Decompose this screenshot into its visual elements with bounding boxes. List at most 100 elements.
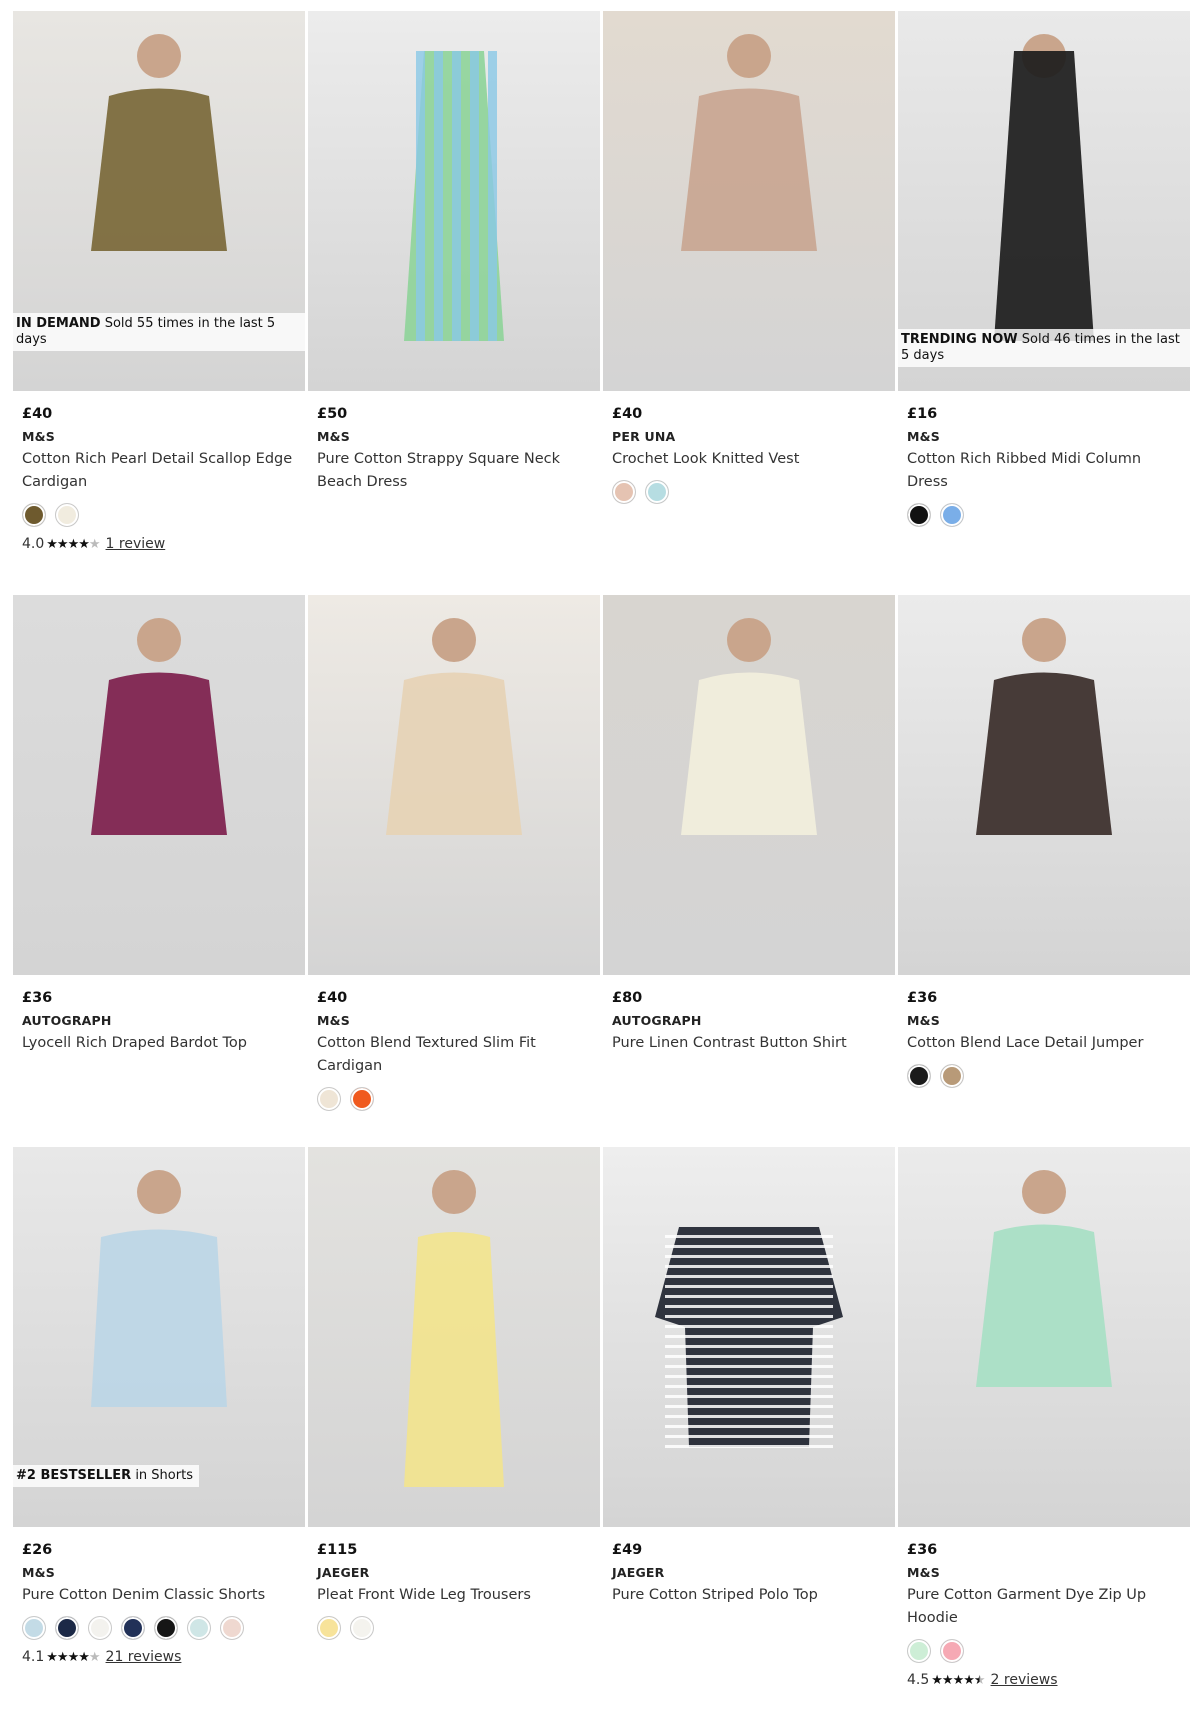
rating-value: 4.1 xyxy=(22,1649,45,1665)
reviews-link[interactable]: 1 review xyxy=(106,536,166,552)
product-brand: M&S xyxy=(907,1013,940,1028)
product-price: £40 xyxy=(317,990,348,1006)
product-row: IN DEMAND Sold 55 times in the last 5 da… xyxy=(13,11,1191,595)
product-name[interactable]: Pleat Front Wide Leg Trousers xyxy=(317,1584,591,1607)
color-swatch[interactable] xyxy=(940,1064,964,1088)
product-info: £36 M&S Pure Cotton Garment Dye Zip Up Hoo… xyxy=(898,1527,1190,1688)
color-swatch[interactable] xyxy=(187,1616,211,1640)
product-card[interactable]: £36 AUTOGRAPH Lyocell Rich Draped Bardot T… xyxy=(13,595,305,1147)
product-image[interactable]: TRENDING NOW Sold 46 times in the last 5… xyxy=(898,11,1190,391)
product-image[interactable] xyxy=(898,1147,1190,1527)
color-swatch[interactable] xyxy=(350,1087,374,1111)
color-swatch[interactable] xyxy=(317,1616,341,1640)
product-card[interactable]: £115 JAEGER Pleat Front Wide Leg Trousers xyxy=(308,1147,600,1707)
color-swatches xyxy=(612,480,886,504)
color-swatch[interactable] xyxy=(317,1087,341,1111)
product-row: #2 BESTSELLER in Shorts £26 M&S Pure Cotton… xyxy=(13,1147,1191,1707)
product-price: £36 xyxy=(907,990,938,1006)
color-swatch[interactable] xyxy=(88,1616,112,1640)
product-card[interactable]: £50 M&S Pure Cotton Strappy Square Neck Be… xyxy=(308,11,600,595)
product-price: £36 xyxy=(22,990,53,1006)
product-rating: 4.0 ★★★★★ 1 review xyxy=(22,536,296,552)
product-card[interactable]: £36 M&S Cotton Blend Lace Detail Jumper xyxy=(898,595,1190,1147)
product-image[interactable] xyxy=(308,595,600,975)
color-swatch[interactable] xyxy=(940,503,964,527)
product-name[interactable]: Cotton Rich Pearl Detail Scallop Edge Ca… xyxy=(22,448,296,494)
badge-title: TRENDING NOW xyxy=(901,332,1018,347)
product-name[interactable]: Cotton Blend Textured Slim Fit Cardigan xyxy=(317,1032,591,1078)
product-brand: M&S xyxy=(317,429,350,444)
product-name[interactable]: Pure Cotton Striped Polo Top xyxy=(612,1584,886,1607)
product-brand: M&S xyxy=(907,1565,940,1580)
product-name[interactable]: Cotton Blend Lace Detail Jumper xyxy=(907,1032,1181,1055)
color-swatch[interactable] xyxy=(220,1616,244,1640)
color-swatch[interactable] xyxy=(55,1616,79,1640)
product-rating: 4.1 ★★★★★ 21 reviews xyxy=(22,1649,296,1665)
product-name[interactable]: Lyocell Rich Draped Bardot Top xyxy=(22,1032,296,1055)
product-card[interactable]: TRENDING NOW Sold 46 times in the last 5… xyxy=(898,11,1190,595)
product-name[interactable]: Pure Cotton Garment Dye Zip Up Hoodie xyxy=(907,1584,1181,1630)
color-swatch[interactable] xyxy=(612,480,636,504)
rating-value: 4.5 xyxy=(907,1672,930,1688)
product-grid: IN DEMAND Sold 55 times in the last 5 da… xyxy=(13,11,1191,1707)
product-card[interactable]: #2 BESTSELLER in Shorts £26 M&S Pure Cotton… xyxy=(13,1147,305,1707)
color-swatches xyxy=(22,1616,296,1640)
color-swatch[interactable] xyxy=(154,1616,178,1640)
product-image[interactable] xyxy=(898,595,1190,975)
status-badge: TRENDING NOW Sold 46 times in the last 5… xyxy=(898,329,1190,367)
product-card[interactable]: £36 M&S Pure Cotton Garment Dye Zip Up Hoo… xyxy=(898,1147,1190,1707)
product-info: £40 PER UNA Crochet Look Knitted Vest xyxy=(603,391,895,504)
product-card[interactable]: £80 AUTOGRAPH Pure Linen Contrast Button S… xyxy=(603,595,895,1147)
product-card[interactable]: IN DEMAND Sold 55 times in the last 5 da… xyxy=(13,11,305,595)
product-name[interactable]: Cotton Rich Ribbed Midi Column Dress xyxy=(907,448,1181,494)
product-rating: 4.5 ★★★★★ 2 reviews xyxy=(907,1672,1181,1688)
product-name[interactable]: Pure Linen Contrast Button Shirt xyxy=(612,1032,886,1055)
color-swatch[interactable] xyxy=(907,1064,931,1088)
product-price: £16 xyxy=(907,406,938,422)
jumper-icon xyxy=(976,618,1112,835)
color-swatch[interactable] xyxy=(22,1616,46,1640)
product-image[interactable] xyxy=(603,1147,895,1527)
product-price: £115 xyxy=(317,1542,358,1558)
product-brand: M&S xyxy=(22,1565,55,1580)
product-image[interactable] xyxy=(308,1147,600,1527)
product-brand: JAEGER xyxy=(317,1565,370,1580)
product-card[interactable]: £40 M&S Cotton Blend Textured Slim Fit Car… xyxy=(308,595,600,1147)
color-swatch[interactable] xyxy=(55,503,79,527)
status-badge: #2 BESTSELLER in Shorts xyxy=(13,1465,199,1487)
rating-value: 4.0 xyxy=(22,536,45,552)
product-brand: AUTOGRAPH xyxy=(612,1013,702,1028)
badge-title: IN DEMAND xyxy=(16,316,101,331)
color-swatches xyxy=(22,503,296,527)
product-card[interactable]: £40 PER UNA Crochet Look Knitted Vest xyxy=(603,11,895,595)
product-image[interactable]: #2 BESTSELLER in Shorts xyxy=(13,1147,305,1527)
vest-icon xyxy=(681,34,817,251)
reviews-link[interactable]: 21 reviews xyxy=(106,1649,182,1665)
color-swatch[interactable] xyxy=(907,503,931,527)
product-info: £16 M&S Cotton Rich Ribbed Midi Column Dre… xyxy=(898,391,1190,527)
product-image[interactable] xyxy=(603,11,895,391)
product-image[interactable] xyxy=(13,595,305,975)
product-info: £49 JAEGER Pure Cotton Striped Polo Top xyxy=(603,1527,895,1607)
product-info: £36 M&S Cotton Blend Lace Detail Jumper xyxy=(898,975,1190,1088)
color-swatch[interactable] xyxy=(22,503,46,527)
product-image[interactable]: IN DEMAND Sold 55 times in the last 5 da… xyxy=(13,11,305,391)
cardigan-icon xyxy=(386,618,522,835)
product-image[interactable] xyxy=(603,595,895,975)
color-swatch[interactable] xyxy=(940,1639,964,1663)
product-name[interactable]: Pure Cotton Strappy Square Neck Beach Dr… xyxy=(317,448,591,494)
reviews-link[interactable]: 2 reviews xyxy=(991,1672,1058,1688)
product-info: £40 M&S Cotton Blend Textured Slim Fit Car… xyxy=(308,975,600,1111)
color-swatch[interactable] xyxy=(121,1616,145,1640)
color-swatch[interactable] xyxy=(907,1639,931,1663)
product-name[interactable]: Pure Cotton Denim Classic Shorts xyxy=(22,1584,296,1607)
product-name[interactable]: Crochet Look Knitted Vest xyxy=(612,448,886,471)
product-card[interactable]: £49 JAEGER Pure Cotton Striped Polo Top xyxy=(603,1147,895,1707)
product-brand: JAEGER xyxy=(612,1565,665,1580)
product-image[interactable] xyxy=(308,11,600,391)
color-swatches xyxy=(317,1616,591,1640)
color-swatch[interactable] xyxy=(645,480,669,504)
trousers-icon xyxy=(404,1170,504,1487)
color-swatch[interactable] xyxy=(350,1616,374,1640)
product-price: £36 xyxy=(907,1542,938,1558)
